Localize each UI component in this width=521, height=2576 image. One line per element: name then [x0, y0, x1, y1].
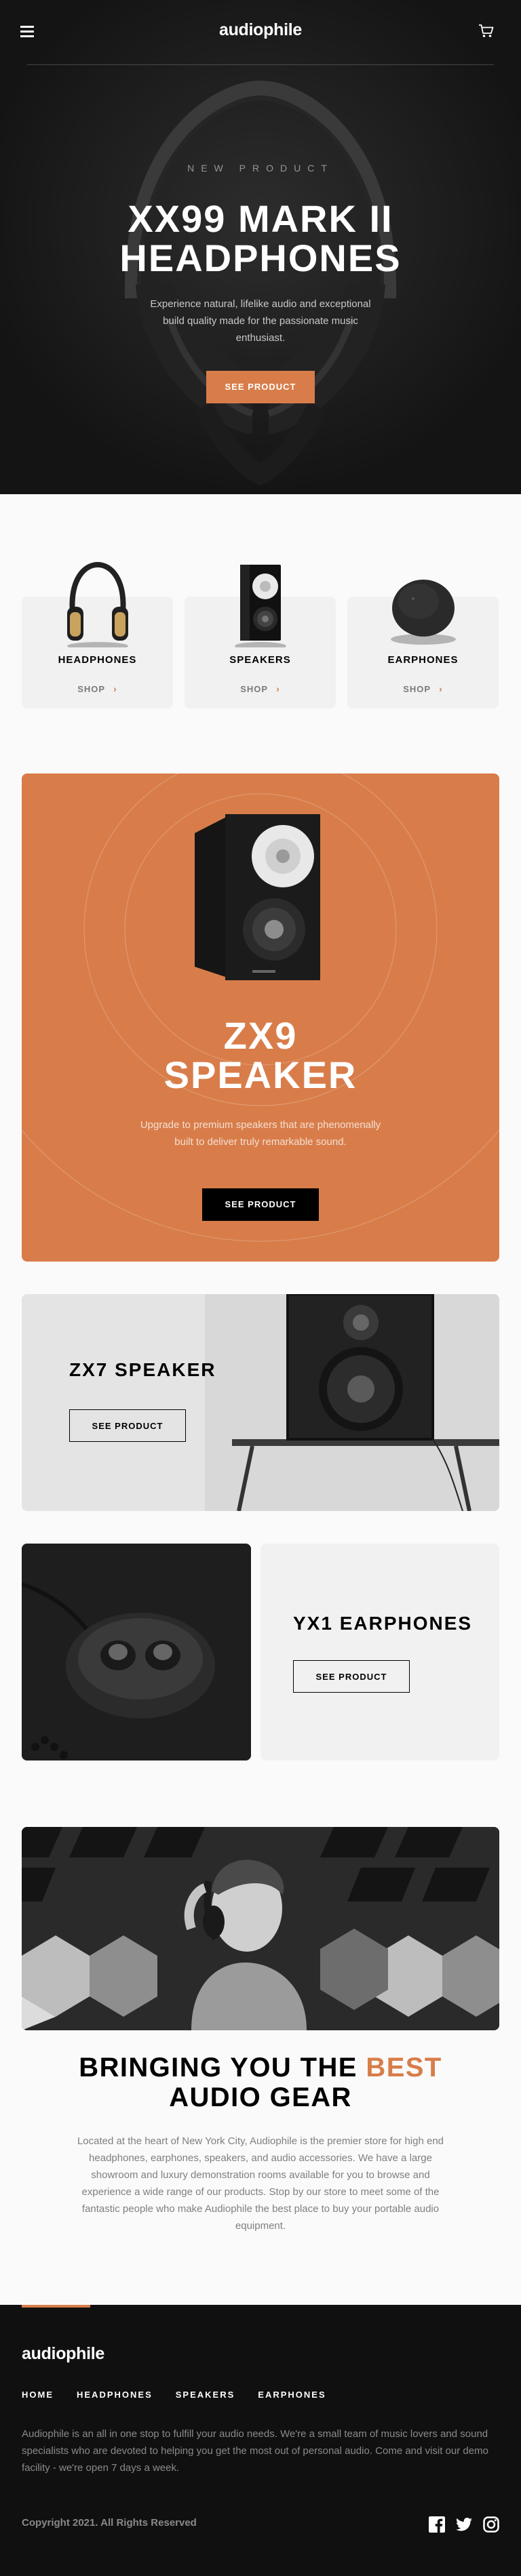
about-image — [22, 1827, 499, 2030]
yx1-earphones-image — [22, 1544, 251, 1760]
footer-description: Audiophile is an all in one stop to fulf… — [22, 2428, 488, 2474]
hero-section: audiophile NEW PRODUCT XX99 MARK II HEAD… — [0, 0, 521, 494]
zx9-title-line1: ZX9 — [223, 1014, 298, 1057]
zx7-promo: ZX7 SPEAKER SEE PRODUCT — [22, 1294, 499, 1511]
footer-nav-speakers[interactable]: SPEAKERS — [176, 2390, 235, 2400]
site-logo[interactable]: audiophile — [0, 20, 521, 40]
hero-title-line2: HEADPHONES — [119, 237, 402, 279]
yx1-earphones-graphic — [22, 1544, 251, 1760]
about-title-accent: BEST — [366, 2053, 442, 2082]
zx9-see-product-button[interactable]: SEE PRODUCT — [202, 1188, 319, 1221]
hero-overline: NEW PRODUCT — [187, 163, 334, 174]
about-title-part1: BRINGING YOU THE — [79, 2053, 358, 2082]
category-name: HEADPHONES — [58, 654, 137, 666]
footer-accent-bar — [22, 2305, 90, 2308]
hero-title: XX99 MARK II HEADPHONES — [0, 199, 521, 278]
footer-nav-home[interactable]: HOME — [22, 2390, 54, 2400]
chevron-right-icon: › — [113, 683, 117, 694]
footer-nav-headphones[interactable]: HEADPHONES — [77, 2390, 153, 2400]
shop-label: SHOP — [403, 684, 431, 694]
footer-nav-earphones[interactable]: EARPHONES — [258, 2390, 326, 2400]
hero-description: Experience natural, lifelike audio and e… — [150, 298, 371, 344]
yx1-see-product-button[interactable]: SEE PRODUCT — [293, 1660, 410, 1693]
category-name: EARPHONES — [387, 654, 459, 666]
headphones-thumbnail — [66, 561, 128, 647]
zx9-title-line2: SPEAKER — [163, 1053, 358, 1096]
footer-copyright: Copyright 2021. All Rights Reserved — [22, 2517, 197, 2529]
footer-logo[interactable]: audiophile — [22, 2344, 104, 2364]
site-footer: audiophile HOME HEADPHONES SPEAKERS EARP… — [0, 2305, 521, 2576]
about-title-part2: AUDIO GEAR — [169, 2082, 352, 2112]
shop-label: SHOP — [77, 684, 106, 694]
hero-see-product-button[interactable]: SEE PRODUCT — [206, 371, 315, 403]
yx1-title: YX1 EARPHONES — [293, 1613, 473, 1634]
category-shop-link[interactable]: SHOP › — [347, 683, 499, 694]
category-card-earphones[interactable]: EARPHONES SHOP › — [347, 580, 499, 708]
earphones-thumbnail — [390, 580, 456, 645]
chevron-right-icon: › — [439, 683, 443, 694]
zx9-title: ZX9 SPEAKER — [22, 1016, 499, 1095]
twitter-icon[interactable] — [456, 2516, 472, 2533]
shopping-cart-icon[interactable] — [478, 24, 494, 38]
zx7-title: ZX7 SPEAKER — [69, 1359, 216, 1380]
instagram-icon[interactable] — [483, 2516, 499, 2533]
facebook-icon[interactable] — [429, 2516, 445, 2533]
shop-label: SHOP — [240, 684, 269, 694]
zx9-promo: ZX9 SPEAKER Upgrade to premium speakers … — [22, 773, 499, 1262]
zx7-speaker-image — [22, 1294, 499, 1511]
zx9-description: Upgrade to premium speakers that are phe… — [140, 1119, 381, 1148]
chevron-right-icon: › — [276, 683, 280, 694]
category-card-headphones[interactable]: HEADPHONES SHOP › — [22, 561, 173, 708]
header-divider — [27, 64, 494, 65]
speaker-thumbnail — [234, 565, 286, 647]
category-card-speakers[interactable]: SPEAKERS SHOP › — [185, 565, 336, 708]
about-description: Located at the heart of New York City, A… — [77, 2135, 444, 2232]
category-shop-link[interactable]: SHOP › — [22, 683, 173, 694]
yx1-promo: YX1 EARPHONES SEE PRODUCT — [260, 1544, 499, 1760]
man-with-headphones-image — [22, 1827, 499, 2030]
category-name: SPEAKERS — [229, 654, 291, 666]
zx7-see-product-button[interactable]: SEE PRODUCT — [69, 1409, 186, 1442]
hero-content: NEW PRODUCT XX99 MARK II HEADPHONES Expe… — [0, 163, 521, 403]
category-shop-link[interactable]: SHOP › — [185, 683, 336, 694]
hero-title-line1: XX99 MARK II — [128, 197, 393, 240]
about-title: BRINGING YOU THE BEST AUDIO GEAR — [0, 2053, 521, 2112]
footer-nav: HOME HEADPHONES SPEAKERS EARPHONES — [22, 2390, 326, 2400]
